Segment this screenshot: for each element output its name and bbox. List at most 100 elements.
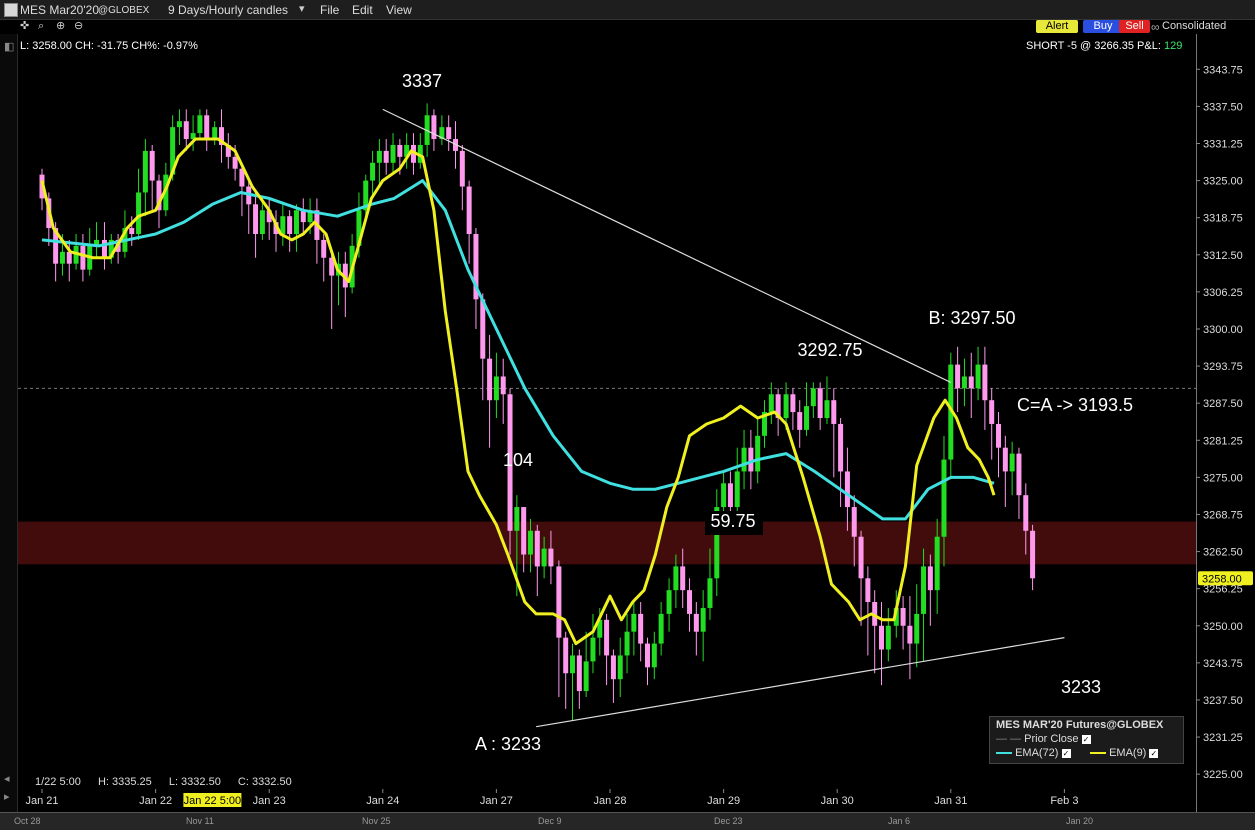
candle-down [968,376,974,389]
candle-up [590,637,596,662]
candle-up [666,590,672,614]
x-tick-label: Jan 31 [934,795,967,807]
overview-label: Oct 28 [14,816,41,826]
candle-down [1023,495,1029,531]
y-tick-label: 3331.25 [1203,138,1243,150]
y-tick-label: 3262.50 [1203,547,1243,559]
x-tick-label: Jan 29 [707,795,740,807]
price-chart[interactable]: 3343.75 3337.50 3331.25 3325.00 3318.75 3312.… [0,0,1255,829]
x-tick-label: Jan 21 [25,795,58,807]
overview-label: Nov 11 [186,816,214,826]
candle-up [975,364,981,389]
candle-down [80,245,86,270]
y-tick-label: 3337.50 [1203,101,1243,113]
chart-annotation: 3233 [1061,677,1101,697]
candle-down [521,507,527,555]
ema-fast-checkbox[interactable]: ✓ [1149,748,1159,758]
legend-ema-slow[interactable]: EMA(72) ✓ [996,747,1071,759]
candle-up [914,613,920,644]
y-tick-label: 3300.00 [1203,324,1243,336]
candle-down [907,625,913,644]
overview-strip[interactable]: Oct 28 Nov 11 Nov 25 Dec 9 Dec 23 Jan 6 … [0,812,1255,830]
candle-down [879,625,885,650]
chart-annotation: 3337 [402,71,442,91]
y-tick-label: 3318.75 [1203,213,1243,225]
candle-down [687,590,693,614]
x-tick-label: Jan 27 [480,795,513,807]
candle-up [768,394,774,413]
candle-up [617,655,623,680]
candle-up [941,459,947,537]
candle-up [136,192,142,235]
candle-down [693,613,699,632]
candle-down [253,204,259,235]
candle-down [487,358,493,401]
candle-up [212,127,218,140]
x-tick-label: Jan 24 [366,795,399,807]
pnl-value: 129 [1163,40,1183,52]
candle-down [183,121,189,140]
candle-up [885,625,891,650]
x-tick-label: Jan 23 [253,795,286,807]
status-close: C: 3332.50 [237,776,292,788]
candle-up [514,507,520,531]
candle-down [321,239,327,258]
legend-ema-slow-label: EMA(72) [1015,747,1059,759]
candle-up [527,530,533,555]
candle-up [280,216,286,235]
candle-down [149,150,155,181]
y-tick-label: 3312.50 [1203,250,1243,262]
candle-up [390,144,396,163]
candle-up [59,251,65,264]
status-date: 1/22 5:00 [35,776,81,788]
y-tick-label: 3243.75 [1203,658,1243,670]
chart-annotation: 59.75 [710,511,755,531]
chart-annotation: 104 [503,450,533,470]
candle-down [748,447,754,472]
position-text: SHORT -5 @ 3266.35 P&L: [1026,40,1161,52]
candle-down [534,530,540,567]
candle-up [631,613,637,632]
ema-slow-swatch [996,752,1012,755]
y-tick-label: 3325.00 [1203,176,1243,188]
x-hover-label: Jan 22 5:00 [184,795,242,807]
candle-up [651,643,657,668]
candle-down [556,566,562,638]
candle-up [658,613,664,644]
candle-down [644,643,650,668]
candle-up [1009,453,1015,472]
candle-down [383,150,389,163]
y-tick-label: 3306.25 [1203,287,1243,299]
last-price-info: L: 3258.00 CH: -31.75 CH%: -0.97% [20,40,198,52]
candle-up [370,162,376,181]
candle-up [376,150,382,163]
candle-down [790,394,796,413]
y-tick-label: 3343.75 [1203,64,1243,76]
candle-down [927,566,933,591]
y-tick-label: 3225.00 [1203,769,1243,781]
chart-annotation: A : 3233 [475,734,541,754]
candle-down [838,423,844,472]
candle-down [446,127,452,140]
prior-close-checkbox[interactable]: ✓ [1081,734,1091,744]
ema-slow-checkbox[interactable]: ✓ [1061,748,1071,758]
candle-down [858,536,864,579]
candle-down [563,637,569,674]
candle-up [570,655,576,674]
legend-ema-fast[interactable]: EMA(9) ✓ [1090,747,1159,759]
candle-up [624,631,630,656]
candle-up [921,566,927,614]
candle-down [287,216,293,235]
legend-prior-close[interactable]: — — Prior Close ✓ [996,733,1091,745]
candle-up [810,388,816,407]
candle-up [197,115,203,134]
last-price-label: 3258.00 [1202,573,1242,585]
candle-down [680,566,686,591]
position-band [18,521,1196,565]
candle-down [500,376,506,395]
candle-down [844,471,850,508]
candle-down [982,364,988,401]
overview-label: Dec 9 [538,816,562,826]
candle-down [638,613,644,644]
legend-ema-fast-label: EMA(9) [1109,747,1147,759]
